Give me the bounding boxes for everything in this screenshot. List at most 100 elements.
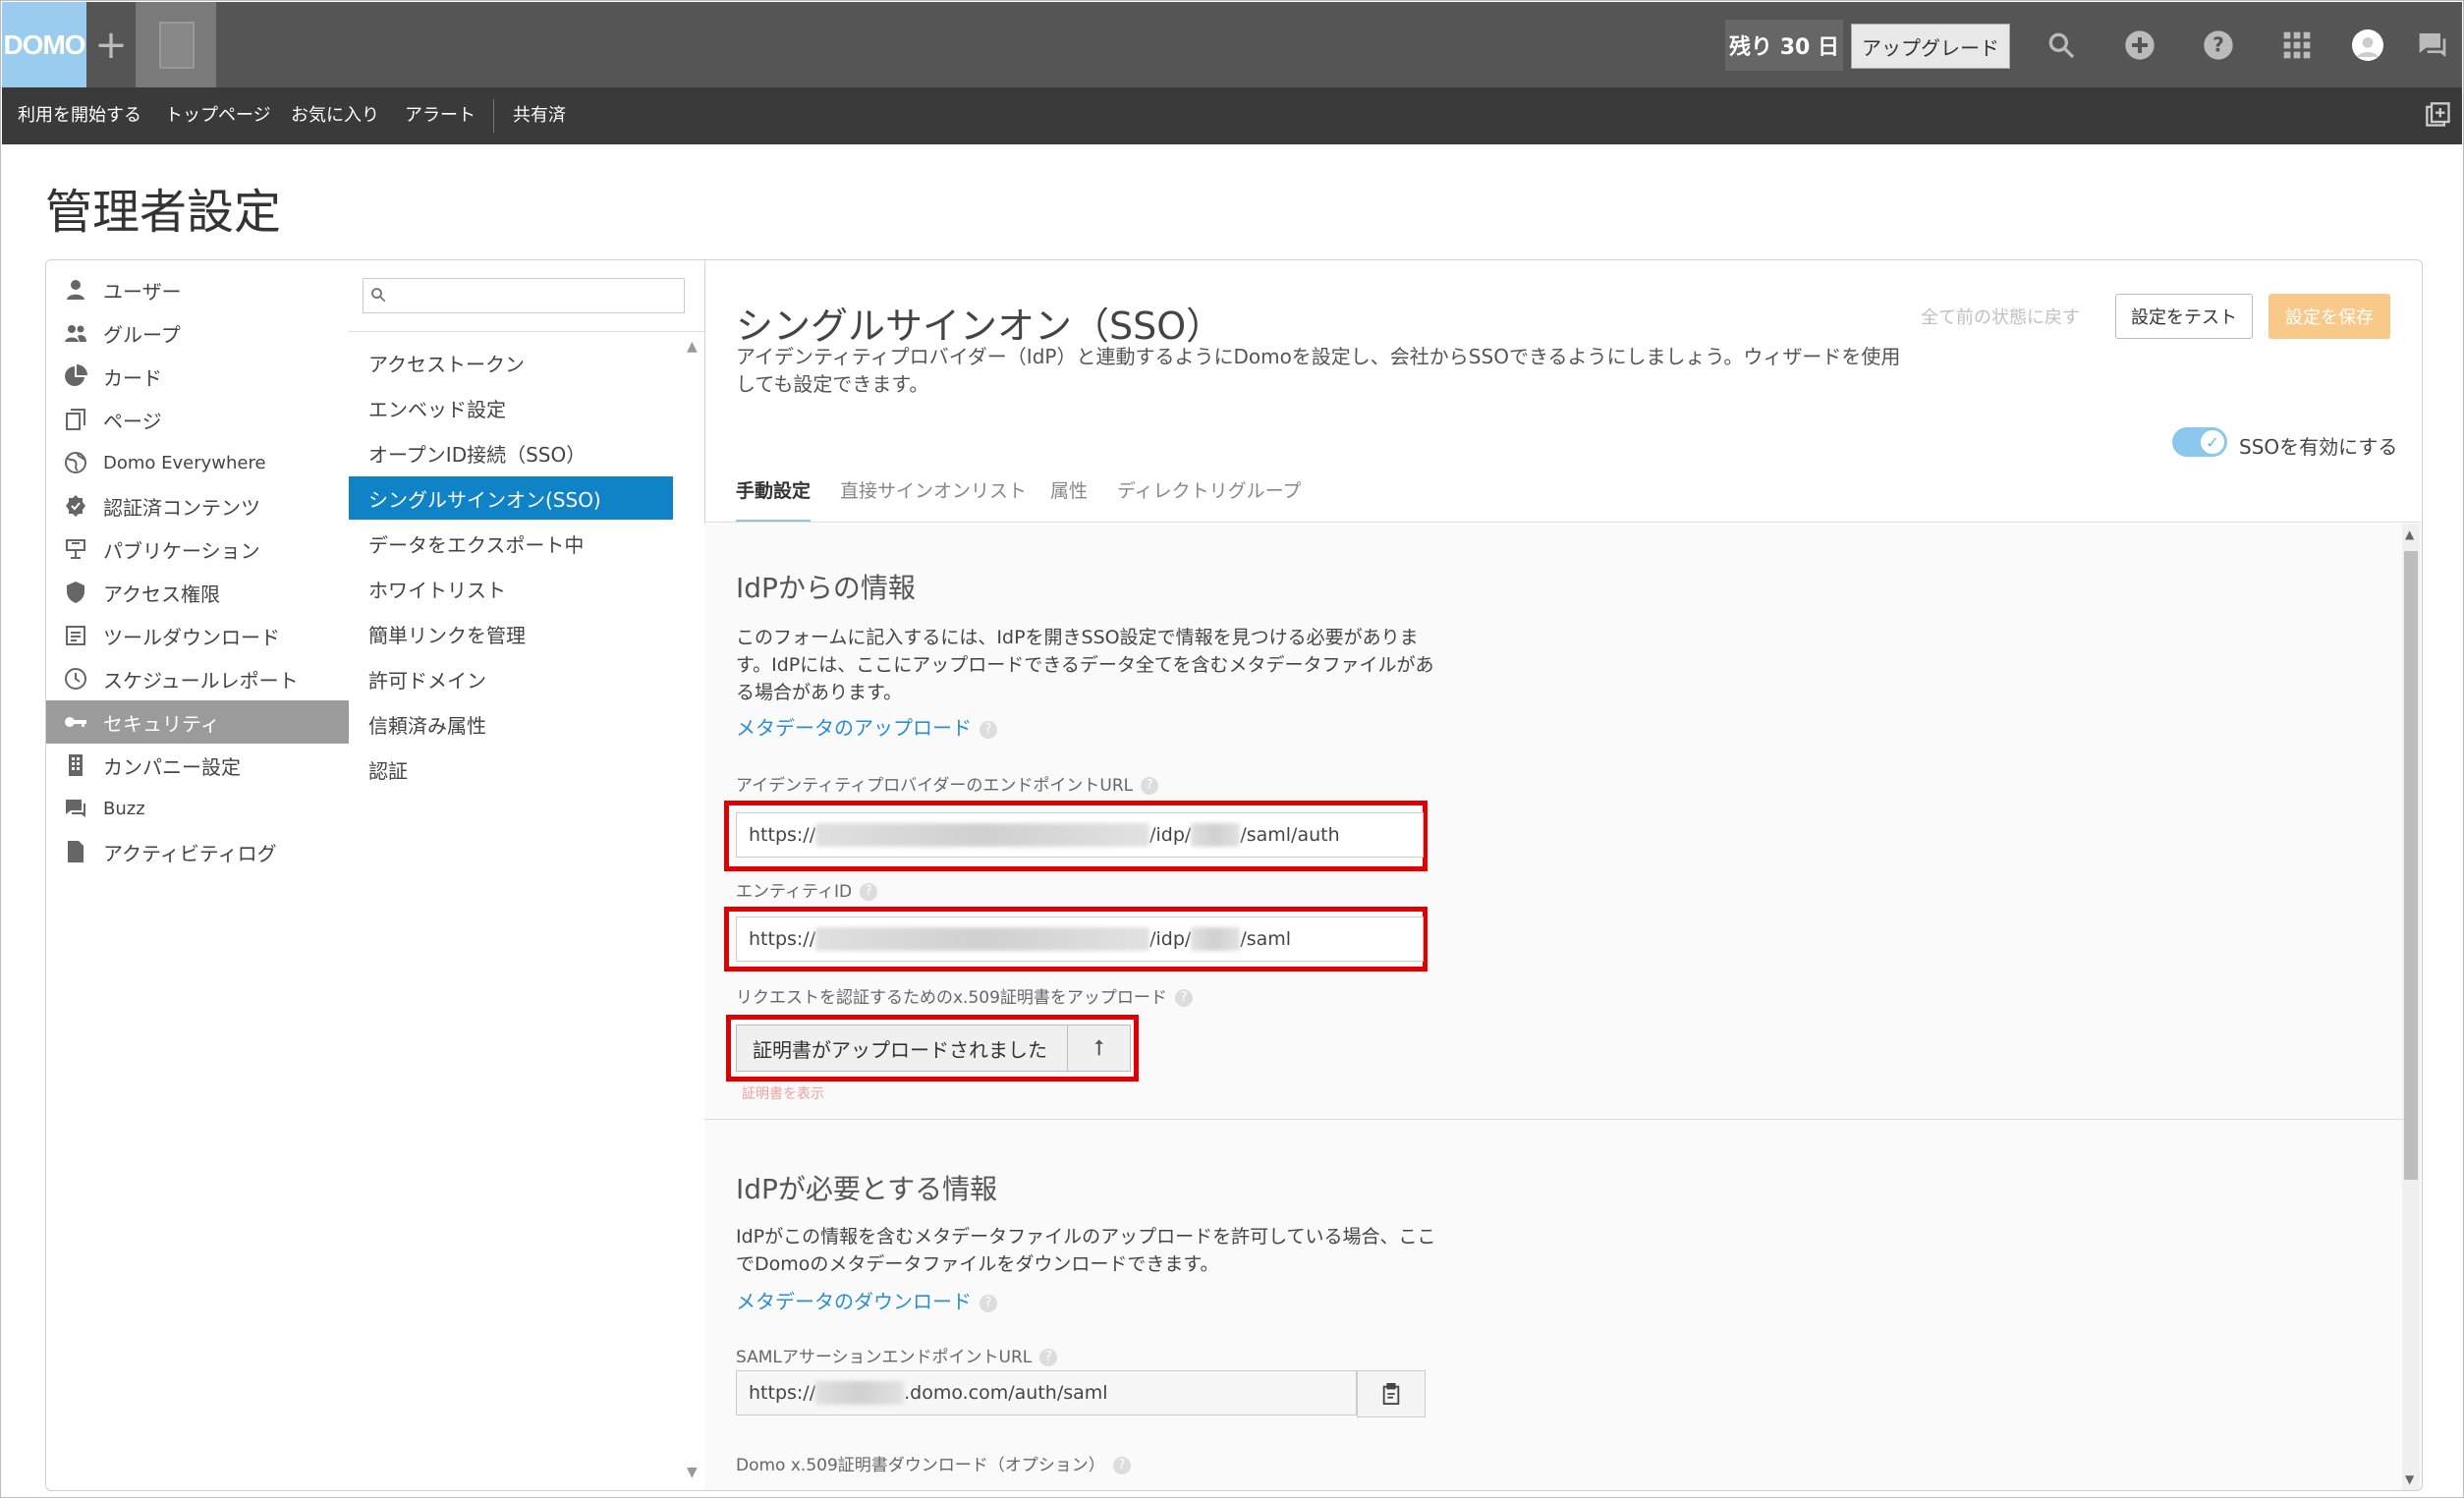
nav-overview[interactable]: トップページ	[165, 87, 271, 144]
chat-icon	[62, 795, 89, 822]
help-icon[interactable]: ?	[1039, 1349, 1058, 1366]
sidebar-item-label: ページ	[103, 409, 162, 433]
idp-info-title: IdPからの情報	[736, 572, 916, 604]
submenu-item-allowed-domains[interactable]: 許可ドメイン	[349, 657, 673, 700]
security-submenu: ▲ アクセストークン エンベッド設定 オープンID接続（SSO） シングルサイン…	[349, 260, 705, 1490]
sidebar-item-label: アクティビティログ	[103, 841, 277, 865]
submenu-item-access-tokens[interactable]: アクセストークン	[349, 341, 673, 384]
sidebar-item-pages[interactable]: ページ	[46, 398, 349, 441]
cert-upload-button[interactable]: 証明書がアップロードされました ⭡	[736, 1025, 1131, 1072]
tab-directory-groups[interactable]: ディレクトリグループ	[1117, 476, 1302, 520]
view-cert-link[interactable]: 証明書を表示	[742, 1083, 824, 1103]
help-icon[interactable]: ?	[860, 883, 878, 901]
idp-info-text: このフォームに記入するには、IdPを開きSSO設定で情報を見つける必要があります…	[736, 627, 1434, 703]
help-icon[interactable]: ?	[980, 1294, 997, 1312]
saml-endpoint-label-text: SAMLアサーションエンドポイントURL	[736, 1348, 1033, 1367]
add-page-button[interactable]: +	[88, 2, 134, 87]
add-page-icon[interactable]	[2425, 101, 2452, 129]
redacted-text	[815, 1381, 905, 1405]
section-divider	[704, 1119, 2404, 1120]
scrollbar-thumb[interactable]	[2404, 551, 2418, 1180]
sidebar-item-tool-download[interactable]: ツールダウンロード	[46, 614, 349, 657]
endpoint-url-input[interactable]: https:// /idp/ /saml/auth	[736, 812, 1424, 858]
sidebar-item-access-rights[interactable]: アクセス権限	[46, 571, 349, 614]
submenu-item-embed-settings[interactable]: エンベッド設定	[349, 386, 673, 429]
page-title: 管理者設定	[45, 185, 282, 240]
page-thumbnail-tab[interactable]	[136, 2, 216, 87]
tab-manual-settings[interactable]: 手動設定	[736, 476, 812, 523]
sidebar-item-certified-content[interactable]: 認証済コンテンツ	[46, 484, 349, 527]
scroll-down-arrow[interactable]: ▼	[687, 1465, 700, 1480]
sidebar-item-label: パブリケーション	[103, 538, 260, 563]
saml-endpoint-input[interactable]: https:// .domo.com/auth/saml	[736, 1370, 1357, 1415]
help-icon[interactable]: ?	[1174, 989, 1193, 1007]
globe-icon	[62, 449, 89, 476]
svg-text:?: ?	[2212, 33, 2224, 57]
divider	[704, 522, 2422, 523]
sidebar-item-buzz[interactable]: Buzz	[46, 787, 349, 830]
sidebar-item-users[interactable]: ユーザー	[46, 268, 349, 311]
submenu-item-sso[interactable]: シングルサインオン(SSO)	[349, 476, 673, 520]
avatar-icon[interactable]	[2350, 28, 2385, 63]
clock-icon	[62, 665, 89, 693]
redacted-text	[1191, 823, 1241, 847]
form-scrollbar[interactable]: ▲ ▼	[2402, 524, 2420, 1490]
copy-button[interactable]	[1357, 1370, 1426, 1417]
certified-icon	[62, 492, 89, 520]
sidebar-item-groups[interactable]: グループ	[46, 311, 349, 355]
submenu-search-input[interactable]	[363, 278, 685, 313]
submenu-item-data-export[interactable]: データをエクスポート中	[349, 522, 673, 565]
scroll-up-arrow[interactable]: ▲	[2405, 527, 2414, 541]
document-icon	[62, 838, 89, 865]
nav-alerts[interactable]: アラート	[405, 87, 476, 144]
help-icon[interactable]: ?	[980, 720, 997, 739]
test-settings-button[interactable]: 設定をテスト	[2115, 294, 2253, 339]
submenu-item-whitelist[interactable]: ホワイトリスト	[349, 567, 673, 610]
help-icon[interactable]: ?	[1141, 777, 1159, 795]
nav-shared[interactable]: 共有済	[513, 87, 566, 144]
submenu-item-authentication[interactable]: 認証	[349, 748, 673, 791]
cert-upload-label-text: リクエストを認証するためのx.509証明書をアップロード	[736, 988, 1167, 1008]
entity-id-input[interactable]: https:// /idp/ /saml	[736, 916, 1424, 962]
download-metadata-link[interactable]: メタデータのダウンロード?	[736, 1286, 997, 1314]
sidebar-item-company-settings[interactable]: カンパニー設定	[46, 744, 349, 787]
upload-icon[interactable]: ⭡	[1066, 1026, 1130, 1071]
trial-days-badge: 残り 30 日	[1725, 20, 1843, 71]
upgrade-button[interactable]: アップグレード	[1851, 24, 2010, 69]
submenu-item-openid[interactable]: オープンID接続（SSO）	[349, 431, 673, 474]
sidebar-item-label: セキュリティ	[103, 711, 220, 736]
domo-logo[interactable]: DOMO	[2, 2, 86, 87]
saml-endpoint-label: SAMLアサーションエンドポイントURL?	[736, 1343, 1058, 1367]
submenu-item-trusted-attributes[interactable]: 信頼済み属性	[349, 702, 673, 746]
download-icon	[62, 622, 89, 649]
sidebar-item-publication[interactable]: パブリケーション	[46, 527, 349, 571]
upload-metadata-label: メタデータのアップロード	[736, 716, 972, 740]
sidebar-item-domo-everywhere[interactable]: Domo Everywhere	[46, 441, 349, 484]
submenu-item-easy-links[interactable]: 簡単リンクを管理	[349, 612, 673, 655]
sidebar-item-security[interactable]: セキュリティ	[46, 700, 349, 744]
divider	[349, 331, 704, 332]
add-icon[interactable]	[2122, 28, 2157, 63]
sso-enable-toggle[interactable]: ✓	[2172, 427, 2227, 457]
sidebar-item-scheduled-reports[interactable]: スケジュールレポート	[46, 657, 349, 700]
help-icon[interactable]: ?	[1112, 1457, 1131, 1474]
tab-direct-signon-list[interactable]: 直接サインオンリスト	[840, 476, 1027, 520]
chat-icon[interactable]	[2415, 28, 2450, 63]
redacted-text	[815, 823, 1150, 847]
apps-grid-icon[interactable]	[2279, 28, 2315, 63]
help-icon[interactable]: ?	[2201, 28, 2236, 63]
search-icon[interactable]	[2044, 28, 2079, 63]
tab-attributes[interactable]: 属性	[1050, 476, 1088, 520]
group-icon	[62, 319, 89, 347]
sidebar-item-cards[interactable]: カード	[46, 355, 349, 398]
nav-getting-started[interactable]: 利用を開始する	[18, 87, 141, 144]
endpoint-url-suffix: /saml/auth	[1240, 824, 1340, 846]
endpoint-url-prefix: https://	[749, 824, 816, 846]
save-settings-button[interactable]: 設定を保存	[2268, 294, 2390, 339]
sidebar-item-activity-log[interactable]: アクティビティログ	[46, 830, 349, 873]
reset-link[interactable]: 全て前の状態に戻す	[1921, 304, 2080, 329]
scroll-down-arrow[interactable]: ▼	[2405, 1472, 2414, 1486]
scroll-up-arrow[interactable]: ▲	[687, 339, 700, 355]
nav-favorites[interactable]: お気に入り	[291, 87, 379, 144]
upload-metadata-link[interactable]: メタデータのアップロード?	[736, 712, 997, 741]
